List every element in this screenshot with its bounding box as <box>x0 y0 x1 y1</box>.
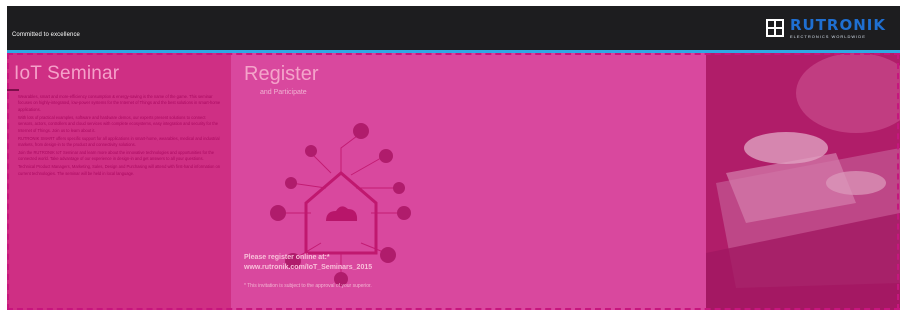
paragraph: With lots of practical examples, softwar… <box>18 114 219 133</box>
right-panel-photo <box>706 53 900 310</box>
paragraph: Technical Product Managers, Marketing, S… <box>18 164 221 176</box>
logo-wordmark: RUTRONIK ELECTRONICS WORLDWIDE <box>789 15 886 39</box>
header-bar: Committed to excellence RUTRONIK ELECTRO… <box>7 6 900 50</box>
approval-note: * This invitation is subject to the appr… <box>244 283 372 289</box>
dashed-border-left <box>7 53 9 310</box>
logo-subtitle: ELECTRONICS WORLDWIDE <box>789 33 866 39</box>
cloud-icon <box>326 206 358 221</box>
register-online-label: Please register online at:* <box>244 254 330 261</box>
device-node <box>305 145 317 157</box>
laptop-photo <box>706 53 900 310</box>
document-frame: Committed to excellence RUTRONIK ELECTRO… <box>7 6 900 310</box>
register-heading: Register <box>244 63 319 85</box>
dashed-border-bottom <box>7 308 900 310</box>
device-node <box>397 206 411 220</box>
paragraph: Join the RUTRONIK IoT Seminar and learn … <box>18 150 215 162</box>
device-node <box>270 205 286 221</box>
paragraph: Wearables, smart and more-efficiency con… <box>18 94 221 112</box>
device-node <box>393 182 405 194</box>
dashed-border-right <box>897 53 899 310</box>
smart-home-house-icon <box>304 171 378 255</box>
content-area: IoT Seminar Wearables, smart and more-ef… <box>7 53 900 310</box>
register-subheading: and Participate <box>260 89 307 96</box>
registration-info: Please register online at:* www.rutronik… <box>244 253 372 273</box>
hand-shape <box>826 171 886 195</box>
dashed-border-top <box>7 53 900 55</box>
rutronik-logo: RUTRONIK ELECTRONICS WORLDWIDE <box>765 15 886 39</box>
seminar-title: IoT Seminar <box>14 63 120 84</box>
device-node <box>379 149 393 163</box>
paragraph: RUTRONIK SMART offers specific support f… <box>18 135 220 148</box>
seminar-description: Wearables, smart and more-efficiency con… <box>18 94 222 179</box>
tagline: Committed to excellence <box>12 32 80 38</box>
logo-name: RUTRONIK <box>789 15 886 34</box>
device-node <box>353 123 369 139</box>
hand-shape <box>744 132 828 164</box>
left-panel: IoT Seminar Wearables, smart and more-ef… <box>7 53 231 310</box>
device-node <box>285 177 297 189</box>
device-node <box>380 247 396 263</box>
registration-url[interactable]: www.rutronik.com/IoT_Seminars_2015 <box>244 263 372 273</box>
logo-grid-icon <box>765 19 784 37</box>
